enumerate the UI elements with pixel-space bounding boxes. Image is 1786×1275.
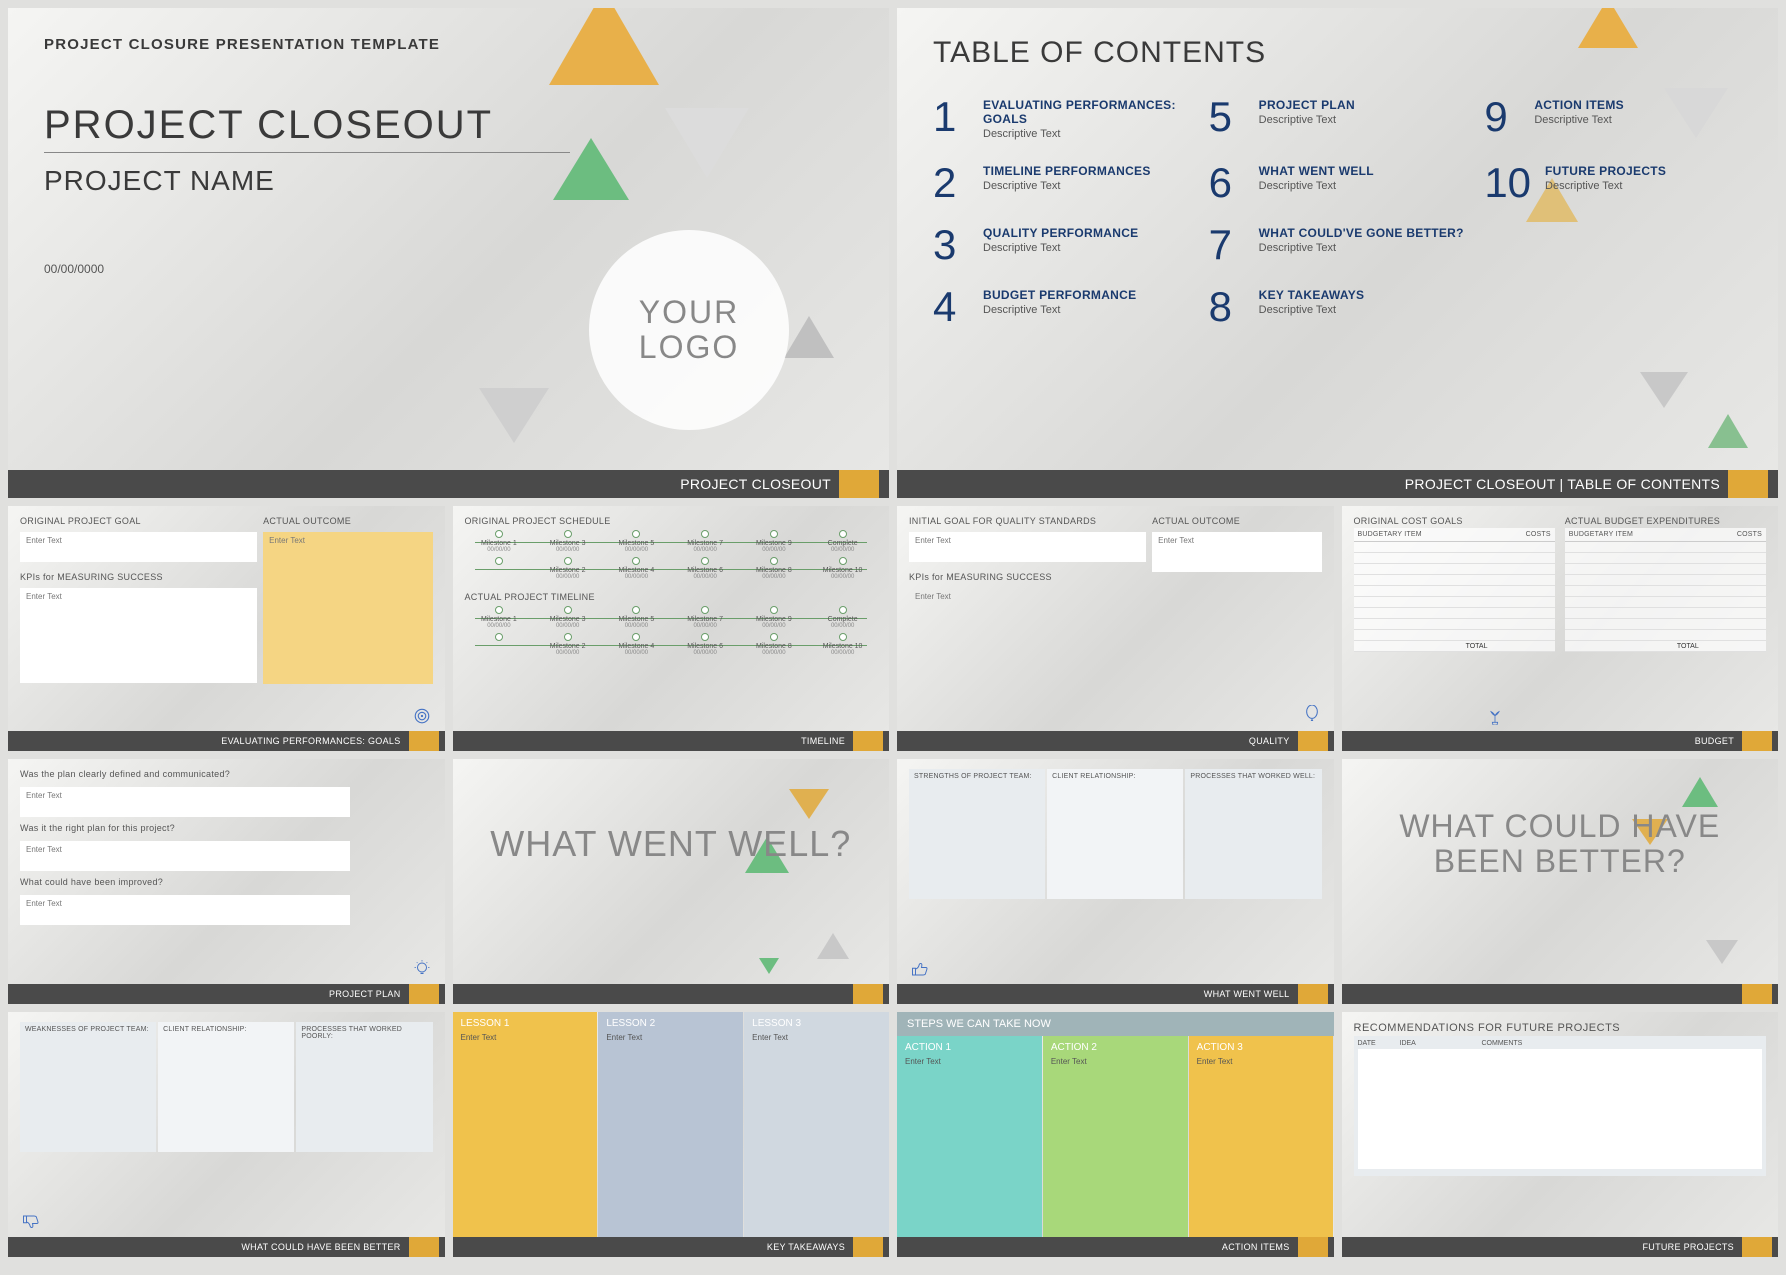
lightbulb-icon (413, 960, 431, 978)
toc-title: TABLE OF CONTENTS (933, 36, 1742, 70)
slide-timeline: ORIGINAL PROJECT SCHEDULE Milestone 100/… (453, 506, 890, 751)
slide-went-well-table: STRENGTHS OF PROJECT TEAM: CLIENT RELATI… (897, 759, 1334, 1004)
footer-text: PROJECT CLOSEOUT | TABLE OF CONTENTS (1405, 476, 1720, 492)
thumbs-up-icon (911, 960, 929, 978)
section-title: WHAT WENT WELL? (465, 824, 878, 864)
slide-budget: ORIGINAL COST GOALS BUDGETARY ITEMCOSTS … (1342, 506, 1779, 751)
slide-goals: ORIGINAL PROJECT GOAL Enter Text KPIs fo… (8, 506, 445, 751)
slide-project-plan: Was the plan clearly defined and communi… (8, 759, 445, 1004)
slide-what-went-well-title: WHAT WENT WELL? (453, 759, 890, 1004)
toc-grid: 1EVALUATING PERFORMANCES: GOALSDescripti… (933, 98, 1742, 325)
slide-toc: TABLE OF CONTENTS 1EVALUATING PERFORMANC… (897, 8, 1778, 498)
slide-title: PROJECT CLOSURE PRESENTATION TEMPLATE PR… (8, 8, 889, 498)
balloon-icon (1304, 705, 1320, 725)
slide-future-projects: RECOMMENDATIONS FOR FUTURE PROJECTS DATE… (1342, 1012, 1779, 1257)
slide-quality: INITIAL GOAL FOR QUALITY STANDARDS Enter… (897, 506, 1334, 751)
footer-text: PROJECT CLOSEOUT (680, 476, 831, 492)
logo-placeholder: YOUR LOGO (589, 230, 789, 430)
thumbs-down-icon (22, 1213, 40, 1231)
slide-could-better-table: WEAKNESSES OF PROJECT TEAM: CLIENT RELAT… (8, 1012, 445, 1257)
slide-key-takeaways: LESSON 1Enter Text LESSON 2Enter Text LE… (453, 1012, 890, 1257)
plant-icon (1487, 709, 1503, 725)
slide-action-items: STEPS WE CAN TAKE NOW ACTION 1Enter Text… (897, 1012, 1334, 1257)
section-title: WHAT COULD HAVE BEEN BETTER? (1354, 809, 1767, 879)
subtitle: PROJECT NAME (44, 165, 853, 197)
main-title: PROJECT CLOSEOUT (44, 103, 853, 148)
template-header: PROJECT CLOSURE PRESENTATION TEMPLATE (44, 36, 853, 53)
slide-could-better-title: WHAT COULD HAVE BEEN BETTER? (1342, 759, 1779, 1004)
target-icon (413, 707, 431, 725)
